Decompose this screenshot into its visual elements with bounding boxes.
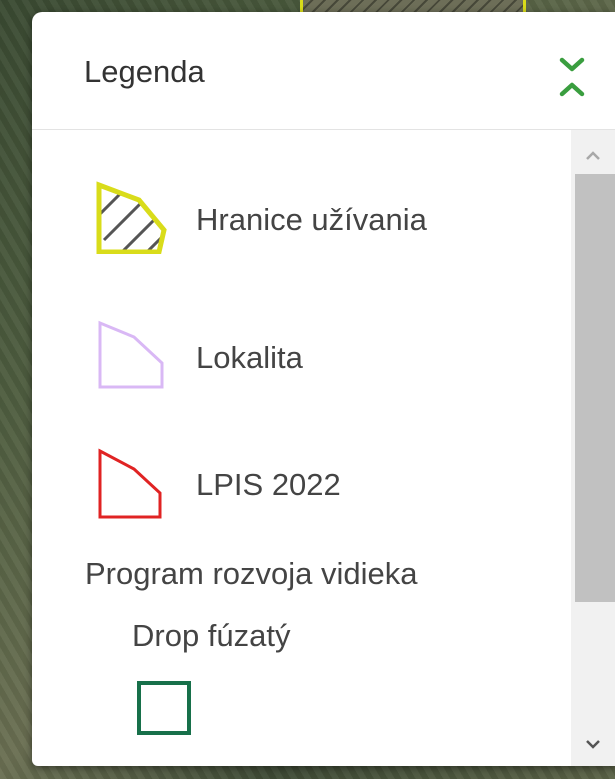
polygon-outline-icon <box>98 320 164 389</box>
square-outline-icon <box>137 681 191 735</box>
scroll-down-button[interactable] <box>571 722 615 766</box>
legend-item-label: Lokalita <box>196 340 303 375</box>
legend-item-label: Hranice užívania <box>196 202 427 237</box>
legend-scrollbar[interactable] <box>571 130 615 766</box>
scroll-thumb[interactable] <box>575 174 615 602</box>
legend-item-lokalita[interactable]: Lokalita <box>94 315 544 395</box>
polygon-outline-icon <box>98 448 162 519</box>
legend-header: Legenda <box>32 12 615 130</box>
legend-item-hranice-uzivania[interactable]: Hranice užívania <box>94 180 544 260</box>
legend-group-title: Program rozvoja vidieka <box>85 556 418 591</box>
chevron-collapse-icon <box>559 57 585 97</box>
legend-body: Hranice užívania Lokalita LPIS 2022 Prog… <box>32 130 615 766</box>
chevron-up-icon <box>586 151 600 160</box>
legend-item-lpis-2022[interactable]: LPIS 2022 <box>94 445 544 525</box>
chevron-down-icon <box>586 740 600 749</box>
legend-subgroup-title[interactable]: Drop fúzatý <box>132 618 291 654</box>
legend-panel: Legenda Hranice užívania Lokalita LPIS 2… <box>32 12 615 766</box>
scroll-up-button[interactable] <box>571 134 615 178</box>
legend-toggle-button[interactable] <box>547 42 597 112</box>
hatched-polygon-icon <box>96 181 167 254</box>
legend-title: Legenda <box>84 54 205 89</box>
legend-item-label: LPIS 2022 <box>196 467 341 502</box>
